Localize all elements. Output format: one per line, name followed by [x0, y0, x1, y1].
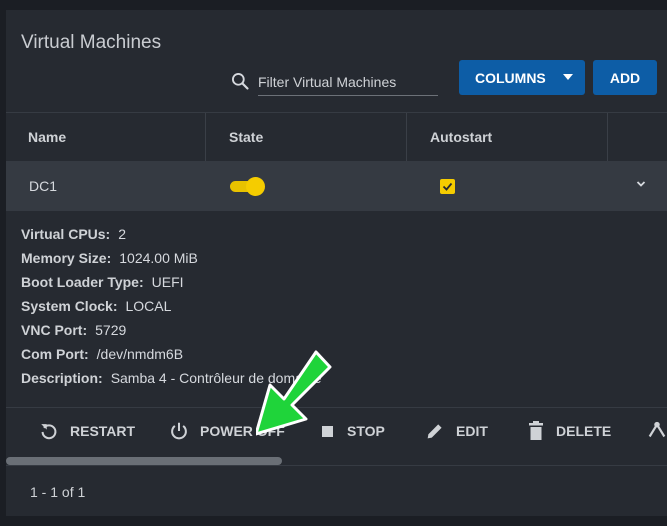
- restart-button[interactable]: RESTART: [38, 408, 135, 454]
- detail-value: UEFI: [151, 274, 184, 290]
- column-divider: [406, 113, 407, 162]
- autostart-checkbox[interactable]: [440, 179, 455, 194]
- search-icon: [232, 73, 249, 90]
- green-arrow-annotation: [256, 350, 332, 436]
- edit-icon: [427, 424, 442, 439]
- detail-label: System Clock:: [21, 298, 118, 314]
- detail-row: VNC Port: 5729: [21, 322, 322, 346]
- column-header-state[interactable]: State: [229, 113, 263, 162]
- add-button[interactable]: ADD: [593, 60, 657, 95]
- detail-row: Virtual CPUs: 2: [21, 226, 322, 250]
- column-header-autostart[interactable]: Autostart: [430, 113, 492, 162]
- detail-row: Boot Loader Type: UEFI: [21, 274, 322, 298]
- detail-value: 1024.00 MiB: [119, 250, 198, 266]
- table-footer: 1 - 1 of 1: [6, 465, 667, 516]
- column-header-name[interactable]: Name: [28, 113, 66, 162]
- caret-down-icon: [563, 74, 573, 80]
- stop-label: STOP: [347, 423, 385, 439]
- detail-value: LOCAL: [125, 298, 172, 314]
- check-icon: [442, 182, 453, 191]
- columns-button[interactable]: COLUMNS: [459, 60, 585, 95]
- detail-row: Memory Size: 1024.00 MiB: [21, 250, 322, 274]
- power-icon: [171, 422, 187, 440]
- delete-button[interactable]: DELETE: [526, 408, 611, 454]
- detail-value: /dev/nmdm6B: [96, 346, 184, 362]
- search-box: [230, 66, 440, 100]
- more-actions-button[interactable]: [646, 408, 667, 454]
- toggle-knob: [246, 177, 265, 196]
- restart-label: RESTART: [70, 423, 136, 439]
- delete-icon: [529, 421, 543, 440]
- edit-button[interactable]: EDIT: [424, 408, 488, 454]
- detail-value: 2: [118, 226, 127, 242]
- columns-button-label: COLUMNS: [475, 69, 546, 86]
- detail-label: Description:: [21, 370, 103, 386]
- detail-label: Boot Loader Type:: [21, 274, 144, 290]
- detail-label: Memory Size:: [21, 250, 112, 266]
- state-toggle[interactable]: [230, 177, 266, 197]
- horizontal-scrollbar-thumb[interactable]: [6, 457, 282, 465]
- column-divider: [205, 113, 206, 162]
- column-divider: [607, 113, 608, 162]
- virtual-machines-card: Virtual Machines COLUMNS ADD Name State …: [6, 10, 667, 516]
- table-row[interactable]: DC1: [6, 161, 667, 211]
- pagination-range: 1 - 1 of 1: [30, 484, 86, 500]
- table-header: Name State Autostart: [6, 112, 667, 163]
- detail-value: 5729: [95, 322, 127, 338]
- delete-label: DELETE: [556, 423, 612, 439]
- chevron-down-icon[interactable]: [635, 177, 647, 191]
- vm-name: DC1: [29, 178, 58, 194]
- detail-row: System Clock: LOCAL: [21, 298, 322, 322]
- detail-label: Virtual CPUs:: [21, 226, 111, 242]
- network-icon: [648, 421, 666, 438]
- detail-label: VNC Port:: [21, 322, 88, 338]
- page-title: Virtual Machines: [21, 32, 162, 53]
- edit-label: EDIT: [456, 423, 488, 439]
- search-input[interactable]: [258, 69, 438, 96]
- restart-icon: [41, 424, 57, 440]
- detail-label: Com Port:: [21, 346, 89, 362]
